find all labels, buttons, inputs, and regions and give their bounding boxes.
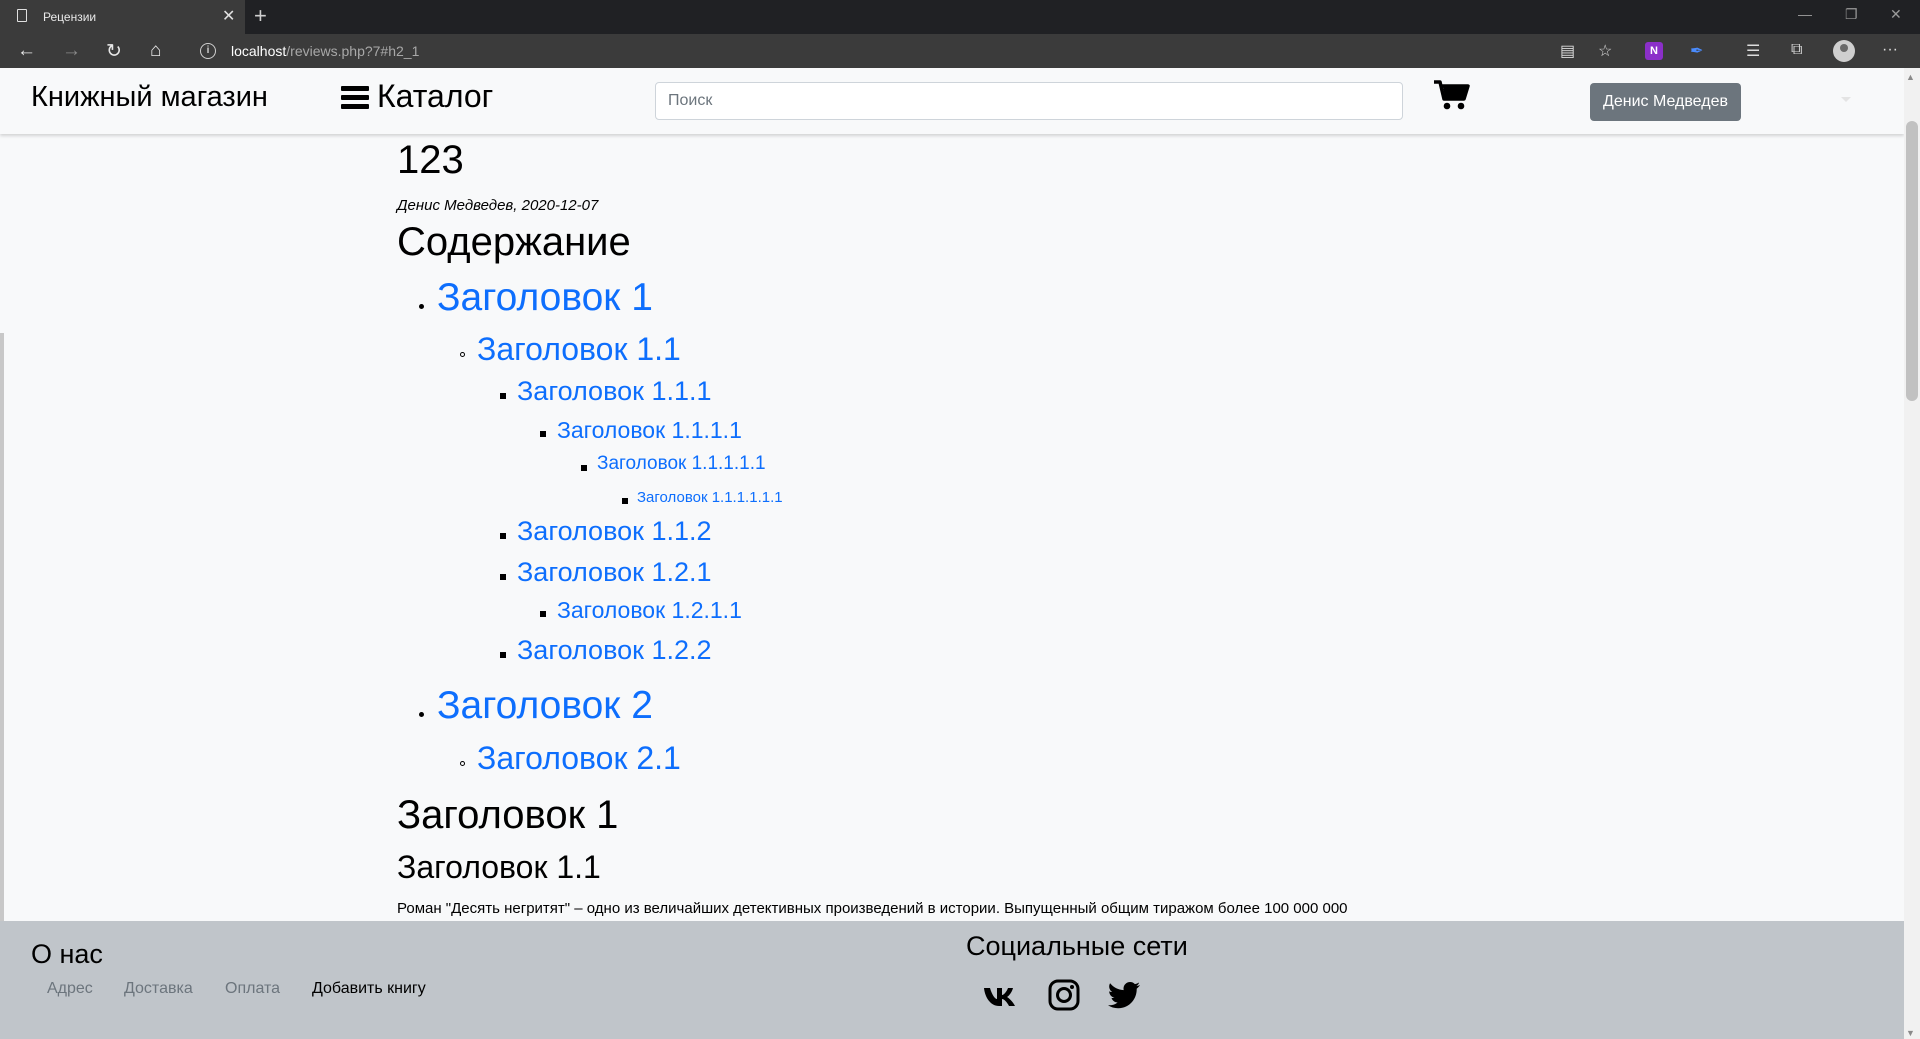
footer-link-payment[interactable]: Оплата bbox=[225, 980, 280, 998]
scroll-down-arrow-icon[interactable]: ▼ bbox=[1906, 1028, 1915, 1038]
page-viewport: Книжный магазин Каталог Денис Медведев 1… bbox=[0, 68, 1904, 1039]
toc-bullet bbox=[419, 712, 424, 717]
toc-link-1-1-1[interactable]: Заголовок 1.1.1 bbox=[517, 376, 712, 407]
subsection-heading: Заголовок 1.1 bbox=[397, 849, 601, 885]
chevron-down-icon[interactable] bbox=[1841, 97, 1851, 102]
search-input[interactable] bbox=[655, 82, 1403, 120]
toc-bullet bbox=[540, 611, 546, 617]
footer-link-delivery[interactable]: Доставка bbox=[124, 980, 193, 998]
article-paragraph: Роман "Десять негритят" – одно из велича… bbox=[397, 900, 1348, 917]
toc-link-1-1-1-1-1-1[interactable]: Заголовок 1.1.1.1.1.1 bbox=[637, 489, 783, 506]
new-tab-button[interactable]: + bbox=[254, 3, 267, 29]
toc-link-1-2-1[interactable]: Заголовок 1.2.1 bbox=[517, 557, 712, 588]
hamburger-menu-icon bbox=[341, 85, 369, 110]
site-footer: О нас Адрес Доставка Оплата Добавить кни… bbox=[0, 921, 1904, 1039]
browser-tab[interactable]: Рецензии ✕ bbox=[0, 0, 245, 34]
article-author-date: Денис Медведев, 2020-12-07 bbox=[397, 197, 599, 214]
window-close-icon[interactable]: ✕ bbox=[1890, 6, 1902, 23]
profile-icon[interactable] bbox=[1833, 40, 1855, 62]
toc-bullet bbox=[500, 652, 506, 658]
tab-title: Рецензии bbox=[43, 10, 97, 24]
footer-about-heading: О нас bbox=[31, 939, 103, 969]
toc-bullet bbox=[460, 761, 465, 766]
section-heading: Заголовок 1 bbox=[397, 793, 619, 837]
minimize-icon[interactable]: — bbox=[1798, 6, 1812, 22]
catalog-menu-button[interactable]: Каталог bbox=[341, 78, 493, 115]
toc-bullet bbox=[460, 352, 465, 357]
footer-social-heading: Социальные сети bbox=[966, 931, 1188, 961]
instagram-icon[interactable] bbox=[1047, 978, 1081, 1012]
toc-link-1-1-1-1-1[interactable]: Заголовок 1.1.1.1.1 bbox=[597, 453, 766, 475]
catalog-label: Каталог bbox=[377, 78, 494, 114]
tab-close-icon[interactable]: ✕ bbox=[222, 6, 235, 26]
toc-bullet bbox=[500, 574, 506, 580]
immersive-reader-icon[interactable]: ▤ bbox=[1560, 41, 1575, 61]
forward-icon[interactable]: → bbox=[62, 40, 81, 62]
toc-link-1-2-2[interactable]: Заголовок 1.2.2 bbox=[517, 635, 712, 666]
article-title: 123 bbox=[397, 138, 464, 182]
toc-link-1-1-1-1[interactable]: Заголовок 1.1.1.1 bbox=[557, 417, 742, 444]
pen-extension-icon[interactable]: ✒ bbox=[1690, 41, 1703, 61]
toc-bullet bbox=[500, 393, 506, 399]
user-account-button[interactable]: Денис Медведев bbox=[1590, 83, 1741, 121]
browser-tab-strip: Рецензии ✕ + — ❐ ✕ bbox=[0, 0, 1920, 34]
scrollbar-thumb[interactable] bbox=[1906, 121, 1918, 401]
favorites-list-icon[interactable]: ☰ bbox=[1746, 41, 1760, 61]
toc-bullet bbox=[540, 431, 546, 437]
refresh-icon[interactable]: ↻ bbox=[106, 40, 122, 63]
left-divider bbox=[0, 333, 4, 993]
favorite-star-icon[interactable]: ☆ bbox=[1598, 41, 1612, 61]
toc-link-1-2-1-1[interactable]: Заголовок 1.2.1.1 bbox=[557, 597, 742, 624]
restore-icon[interactable]: ❐ bbox=[1845, 6, 1858, 23]
toc-link-1-1-2[interactable]: Заголовок 1.1.2 bbox=[517, 516, 712, 547]
site-info-icon[interactable]: i bbox=[200, 43, 216, 59]
site-navbar: Книжный магазин Каталог Денис Медведев bbox=[0, 68, 1904, 134]
footer-link-add-book[interactable]: Добавить книгу bbox=[312, 980, 426, 998]
toc-link-1-1[interactable]: Заголовок 1.1 bbox=[477, 331, 681, 368]
twitter-icon[interactable] bbox=[1108, 978, 1142, 1012]
page-icon bbox=[17, 9, 27, 22]
scroll-up-arrow-icon[interactable]: ▲ bbox=[1906, 72, 1915, 82]
back-icon[interactable]: ← bbox=[17, 40, 36, 62]
toc-heading: Содержание bbox=[397, 220, 631, 264]
home-icon[interactable]: ⌂ bbox=[150, 40, 161, 62]
address-url[interactable]: localhost/reviews.php?7#h2_1 bbox=[231, 43, 419, 59]
toc-bullet bbox=[419, 304, 424, 309]
shopping-cart-icon[interactable] bbox=[1433, 79, 1471, 111]
footer-link-address[interactable]: Адрес bbox=[47, 980, 93, 998]
toc-link-1[interactable]: Заголовок 1 bbox=[437, 276, 653, 320]
collections-icon[interactable]: ⧉ bbox=[1791, 41, 1802, 59]
more-menu-icon[interactable]: ··· bbox=[1882, 41, 1898, 59]
vk-icon[interactable] bbox=[983, 978, 1017, 1012]
toc-link-2[interactable]: Заголовок 2 bbox=[437, 684, 653, 728]
toc-bullet bbox=[622, 498, 628, 504]
toc-bullet bbox=[500, 533, 506, 539]
browser-toolbar: ← → ↻ ⌂ i localhost/reviews.php?7#h2_1 ▤… bbox=[0, 34, 1920, 68]
toc-bullet bbox=[581, 465, 587, 471]
toc-link-2-1[interactable]: Заголовок 2.1 bbox=[477, 740, 681, 777]
brand-logo[interactable]: Книжный магазин bbox=[31, 81, 268, 114]
onenote-icon[interactable]: N bbox=[1645, 42, 1663, 60]
